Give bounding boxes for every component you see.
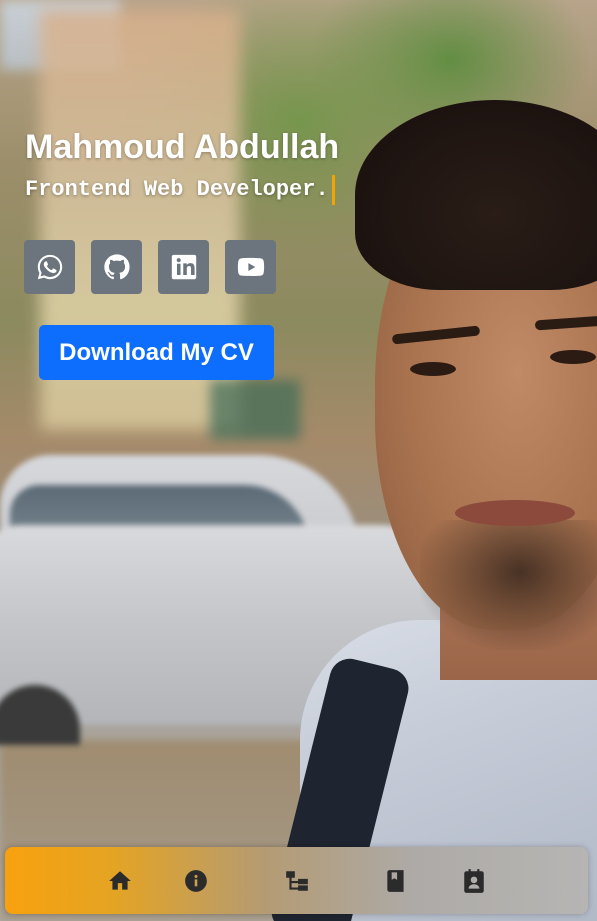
profile-name: Mahmoud Abdullah: [25, 128, 340, 166]
typing-caret: [331, 175, 335, 205]
profile-role: Frontend Web Developer.: [25, 175, 335, 205]
github-icon: [103, 254, 130, 280]
nav-contact[interactable]: [460, 867, 488, 895]
person-left-eye: [410, 362, 456, 376]
person-hair: [355, 100, 597, 290]
hero-intro: Mahmoud Abdullah Frontend Web Developer.: [25, 125, 339, 205]
bottom-navigation-bar: [5, 847, 588, 914]
download-cv-button[interactable]: Download My CV: [39, 325, 274, 380]
profile-role-text: Frontend Web Developer.: [25, 177, 329, 202]
linkedin-link[interactable]: [158, 240, 209, 294]
background-building-window: [210, 380, 300, 440]
whatsapp-icon: [37, 254, 62, 280]
youtube-link[interactable]: [225, 240, 276, 294]
home-icon: [109, 871, 131, 890]
book-icon: [387, 870, 404, 892]
sitemap-icon: [286, 871, 308, 891]
github-link[interactable]: [91, 240, 142, 294]
linkedin-icon: [171, 254, 196, 280]
youtube-icon: [237, 257, 264, 277]
nav-about[interactable]: [182, 867, 210, 895]
nav-projects[interactable]: [382, 867, 410, 895]
whatsapp-link[interactable]: [24, 240, 75, 294]
person-mouth: [455, 500, 575, 526]
contact-card-icon: [464, 869, 484, 893]
nav-skills[interactable]: [283, 867, 311, 895]
social-links: [24, 240, 276, 294]
person-right-eye: [550, 350, 596, 364]
person-beard: [420, 520, 597, 650]
nav-home[interactable]: [106, 867, 134, 895]
info-icon: [185, 870, 207, 892]
